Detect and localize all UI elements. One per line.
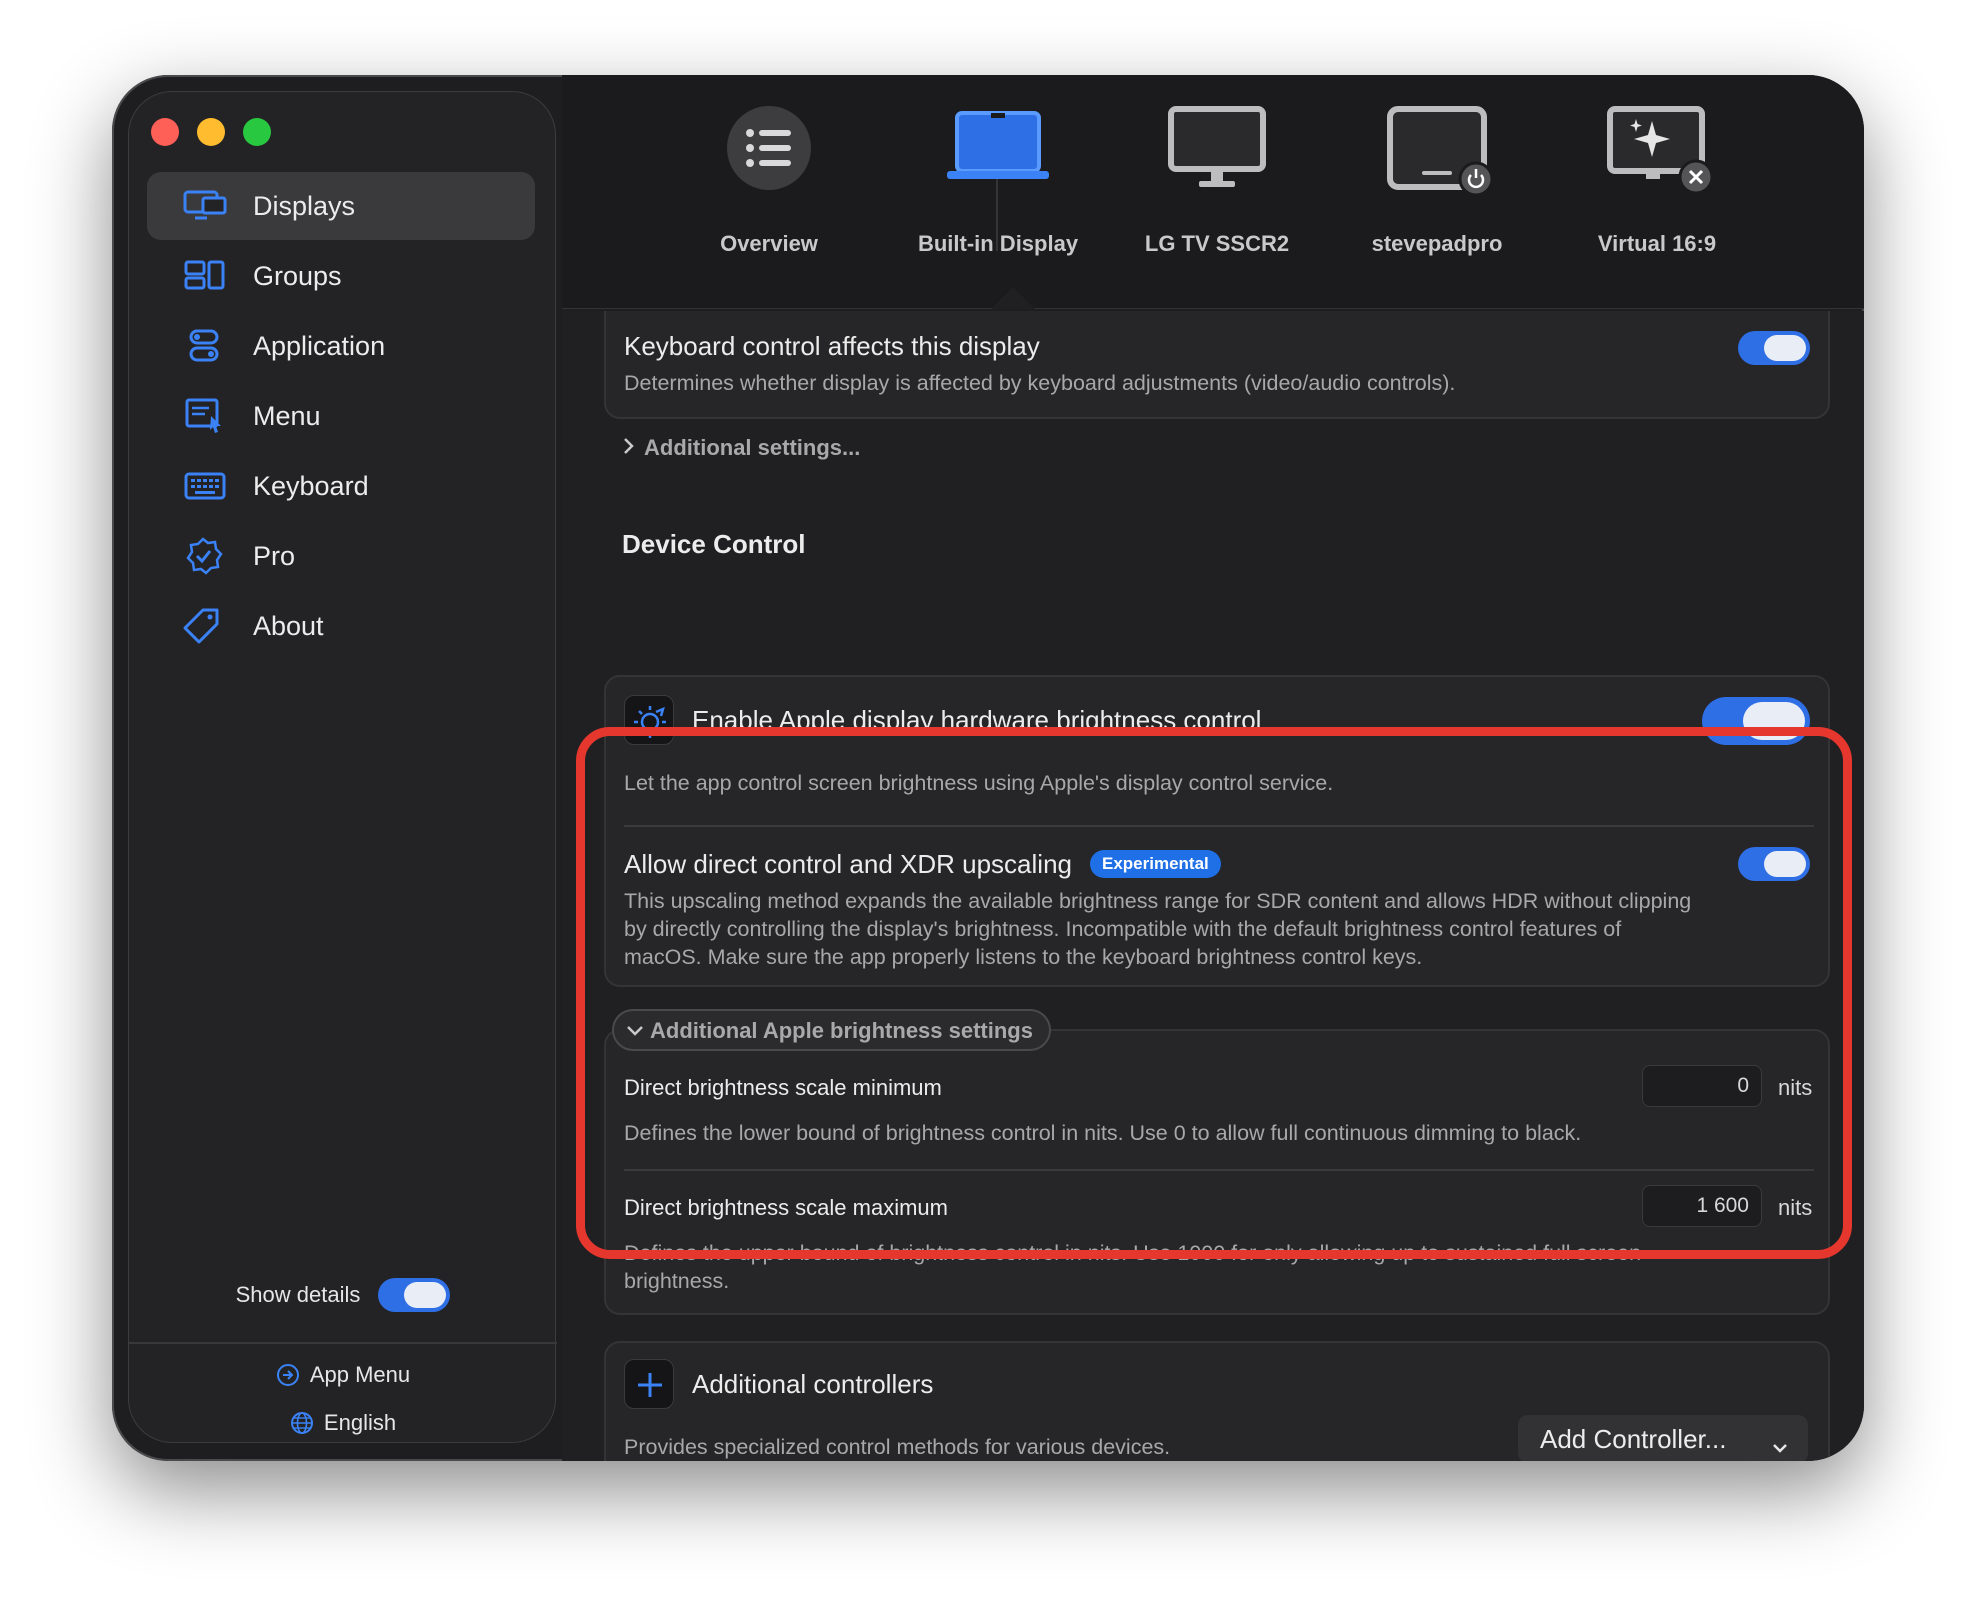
selected-tab-indicator bbox=[991, 287, 1035, 309]
tag-icon bbox=[183, 608, 219, 644]
sidebar-item-label: Menu bbox=[253, 400, 321, 431]
sidebar-item-label: Pro bbox=[253, 540, 296, 571]
keyboard-control-title: Keyboard control affects this display bbox=[624, 331, 1040, 361]
direct-control-title: Allow direct control and XDR upscaling Ex… bbox=[624, 849, 1221, 880]
scale-max-title: Direct brightness scale maximum bbox=[624, 1195, 948, 1220]
virtual-display-icon bbox=[1607, 106, 1712, 195]
scale-min-unit: nits bbox=[1778, 1075, 1813, 1100]
ipad-sidecar-icon bbox=[1387, 106, 1492, 197]
chevron-right-icon bbox=[622, 435, 636, 461]
sidebar-item-label: Groups bbox=[253, 260, 342, 291]
tab-label: LG TV SSCR2 bbox=[1144, 231, 1290, 256]
sidebar-item-pro[interactable]: Pro bbox=[147, 522, 535, 590]
scale-max-unit: nits bbox=[1778, 1195, 1813, 1220]
tab-label: stevepadpro bbox=[1371, 231, 1503, 256]
keyboard-control-desc: Determines whether display is affected b… bbox=[624, 371, 1456, 395]
sidebar-item-label: About bbox=[253, 610, 324, 641]
divider bbox=[624, 1169, 1814, 1171]
additional-apple-brightness-disclosure[interactable]: Additional Apple brightness settings bbox=[612, 1009, 1051, 1051]
tab-overview[interactable]: Overview bbox=[669, 105, 869, 295]
apple-brightness-card: Enable Apple display hardware brightness… bbox=[604, 675, 1830, 987]
chevron-down-icon bbox=[1772, 1431, 1788, 1461]
display-toolbar: Overview Built-in Display LG TV SSCR2 st… bbox=[562, 75, 1864, 309]
tab-stevepadpro[interactable]: stevepadpro bbox=[1337, 105, 1537, 295]
experimental-badge: Experimental bbox=[1090, 850, 1221, 878]
plus-icon bbox=[624, 1359, 674, 1409]
scale-min-desc: Defines the lower bound of brightness co… bbox=[624, 1121, 1582, 1145]
sidebar-item-label: Application bbox=[253, 330, 386, 361]
tab-label: Overview bbox=[720, 231, 818, 256]
language-link[interactable]: English bbox=[129, 1410, 557, 1436]
additional-apple-brightness-label: Additional Apple brightness settings bbox=[650, 1018, 1033, 1043]
list-icon bbox=[727, 106, 811, 190]
sidebar-item-menu[interactable]: Menu bbox=[147, 382, 535, 450]
sidebar-item-groups[interactable]: Groups bbox=[147, 242, 535, 310]
show-details-row: Show details bbox=[129, 1278, 557, 1312]
apple-brightness-toggle[interactable] bbox=[1702, 697, 1810, 745]
groups-icon bbox=[184, 260, 225, 290]
app-window: Displays Groups Application Menu Keyboar… bbox=[112, 75, 1864, 1461]
brightness-icon bbox=[624, 695, 674, 745]
sidebar-item-application[interactable]: Application bbox=[147, 312, 535, 380]
additional-settings-disclosure[interactable]: Additional settings... bbox=[622, 435, 860, 461]
apple-brightness-title: Enable Apple display hardware brightness… bbox=[692, 705, 1262, 735]
monitor-icon bbox=[1168, 106, 1266, 187]
add-controller-label: Add Controller... bbox=[1540, 1423, 1727, 1454]
add-controller-button[interactable]: Add Controller... bbox=[1518, 1415, 1808, 1461]
keyboard-control-card: Keyboard control affects this display De… bbox=[604, 311, 1830, 419]
direct-control-toggle[interactable] bbox=[1738, 847, 1810, 881]
additional-controllers-title: Additional controllers bbox=[692, 1369, 934, 1399]
laptop-icon bbox=[947, 111, 1049, 179]
scale-max-desc: Defines the upper bound of brightness co… bbox=[624, 1241, 1642, 1293]
keyboard-icon bbox=[184, 472, 226, 500]
sidebar-divider bbox=[129, 1342, 557, 1344]
additional-apple-brightness-card: Direct brightness scale minimum 0 nits D… bbox=[604, 1029, 1830, 1315]
tab-virtual-16-9[interactable]: Virtual 16:9 bbox=[1557, 105, 1757, 295]
app-menu-link[interactable]: App Menu bbox=[129, 1362, 557, 1388]
tab-label: Virtual 16:9 bbox=[1597, 231, 1717, 256]
direct-control-desc: This upscaling method expands the availa… bbox=[624, 889, 1692, 969]
language-label: English bbox=[323, 1410, 397, 1435]
pro-badge-icon bbox=[186, 537, 223, 575]
settings-content: Keyboard control affects this display De… bbox=[562, 311, 1864, 1461]
tab-label: Built-in Display bbox=[917, 231, 1079, 256]
application-icon bbox=[189, 329, 219, 362]
keyboard-control-toggle[interactable] bbox=[1738, 331, 1810, 365]
minimize-window-button[interactable] bbox=[197, 118, 225, 146]
scale-min-input[interactable]: 0 bbox=[1642, 1065, 1762, 1107]
scale-min-title: Direct brightness scale minimum bbox=[624, 1075, 942, 1100]
zoom-window-button[interactable] bbox=[243, 118, 271, 146]
tab-built-in-display[interactable]: Built-in Display bbox=[898, 105, 1098, 295]
tab-lg-tv[interactable]: LG TV SSCR2 bbox=[1117, 105, 1317, 295]
additional-controllers-desc: Provides specialized control methods for… bbox=[624, 1435, 1171, 1459]
arrow-circle-icon bbox=[276, 1364, 299, 1386]
scale-max-input[interactable]: 1 600 bbox=[1642, 1185, 1762, 1227]
globe-icon bbox=[290, 1412, 313, 1434]
chevron-down-icon bbox=[626, 1018, 644, 1044]
divider bbox=[624, 825, 1814, 827]
sidebar-item-about[interactable]: About bbox=[147, 592, 535, 660]
sidebar-item-label: Displays bbox=[253, 190, 356, 221]
sidebar-item-keyboard[interactable]: Keyboard bbox=[147, 452, 535, 520]
show-details-label: Show details bbox=[235, 1282, 361, 1307]
menu-icon bbox=[185, 398, 221, 433]
device-control-heading: Device Control bbox=[622, 529, 806, 559]
displays-icon bbox=[183, 190, 227, 220]
sidebar-item-displays[interactable]: Displays bbox=[147, 172, 535, 240]
close-window-button[interactable] bbox=[151, 118, 179, 146]
apple-brightness-desc: Let the app control screen brightness us… bbox=[624, 771, 1334, 795]
additional-settings-label: Additional settings... bbox=[644, 435, 861, 460]
app-menu-label: App Menu bbox=[309, 1362, 411, 1387]
sidebar-item-label: Keyboard bbox=[253, 470, 369, 501]
sidebar: Displays Groups Application Menu Keyboar… bbox=[128, 91, 557, 1443]
show-details-toggle[interactable] bbox=[378, 1278, 451, 1312]
